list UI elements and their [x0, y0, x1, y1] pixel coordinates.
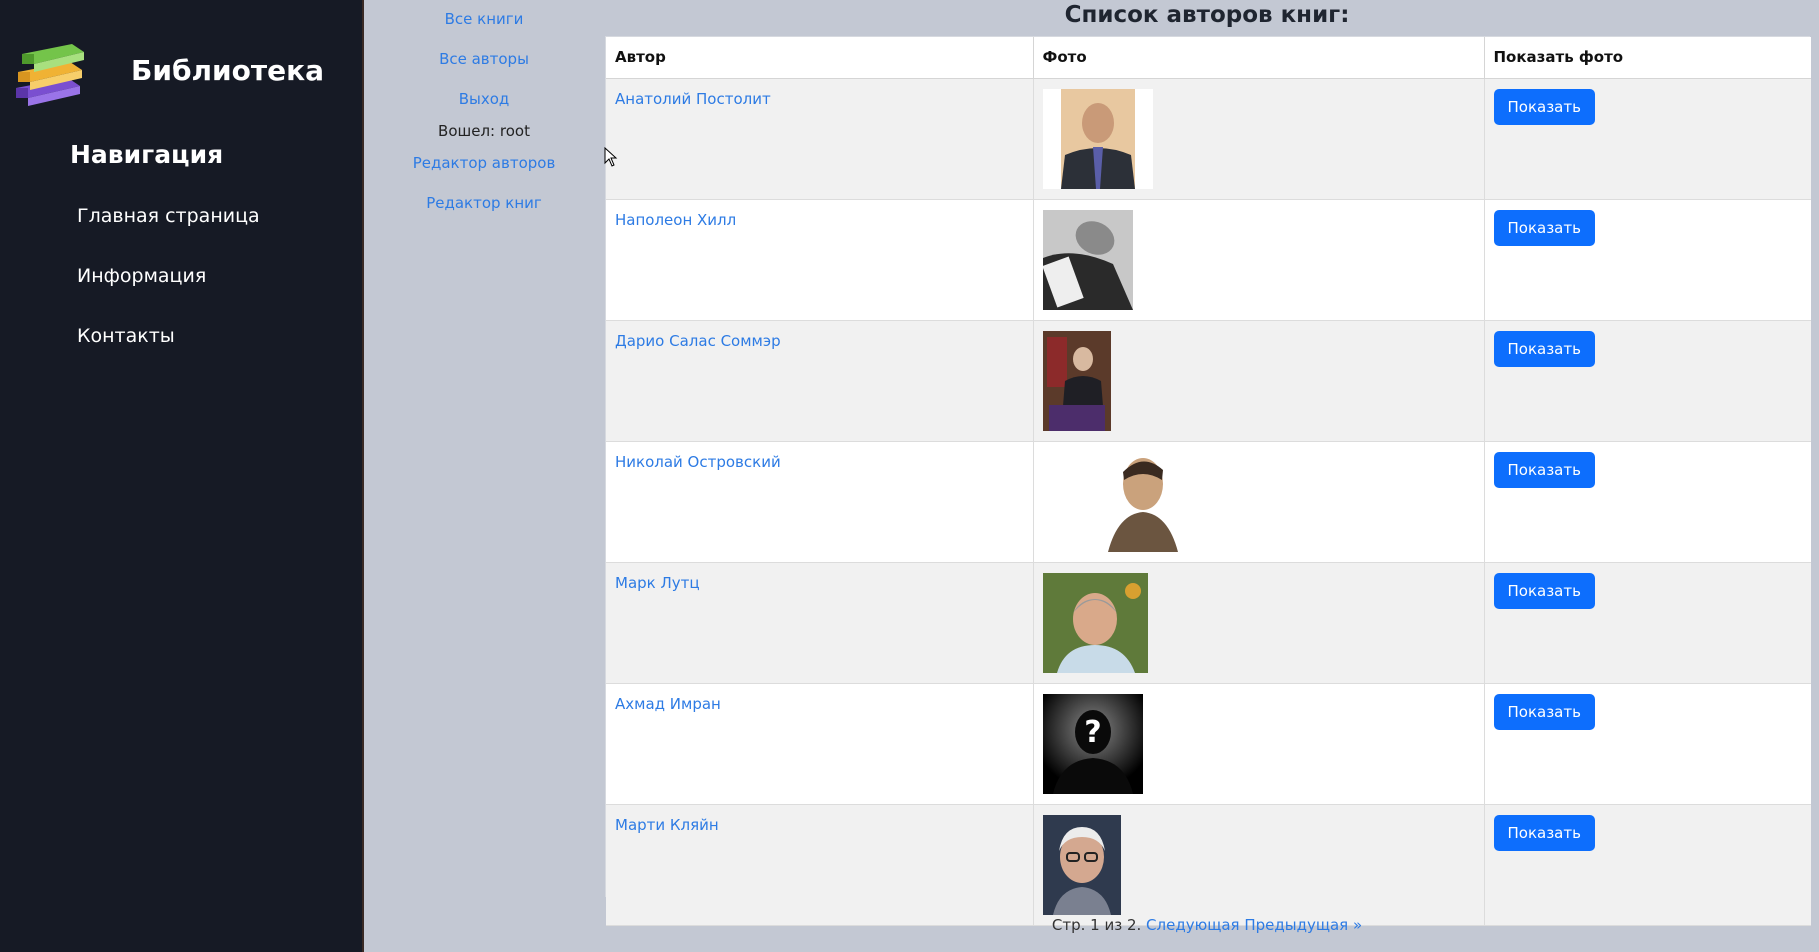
- show-photo-button[interactable]: Показать: [1493, 814, 1595, 851]
- author-link[interactable]: Николай Островский: [615, 453, 781, 471]
- nav-heading: Навигация: [70, 140, 224, 169]
- table-row: Ахмад Имран ? Показать: [606, 683, 1811, 805]
- sidebar: Библиотека Навигация Главная страница Ин…: [0, 0, 364, 952]
- author-photo-icon[interactable]: [1042, 209, 1153, 310]
- sidebar-item-contacts[interactable]: Контакты: [77, 325, 175, 347]
- logged-in-status: Вошел: root: [438, 122, 530, 140]
- prev-page-link[interactable]: Предыдущая »: [1244, 916, 1362, 934]
- mouse-cursor-icon: [604, 147, 618, 167]
- author-editor-link[interactable]: Редактор авторов: [364, 154, 604, 172]
- logout-link[interactable]: Выход: [364, 90, 604, 108]
- brand[interactable]: Библиотека: [8, 28, 324, 110]
- svg-text:?: ?: [1084, 715, 1101, 750]
- author-photo-icon[interactable]: [1043, 451, 1183, 552]
- show-photo-button[interactable]: Показать: [1493, 330, 1595, 367]
- author-photo-icon[interactable]: [1042, 814, 1153, 915]
- table-header-row: Автор Фото Показать фото: [606, 37, 1811, 79]
- book-editor-link[interactable]: Редактор книг: [364, 194, 604, 212]
- column-header-show-photo: Показать фото: [1484, 37, 1811, 79]
- table-row: Дарио Салас Соммэр Показать: [606, 320, 1811, 442]
- pagination-status: Стр. 1 из 2.: [1051, 916, 1142, 934]
- sidebar-item-info[interactable]: Информация: [77, 265, 206, 287]
- table-row: Марк Лутц Показать: [606, 562, 1811, 684]
- author-link[interactable]: Марк Лутц: [615, 574, 700, 592]
- all-authors-link[interactable]: Все авторы: [364, 50, 604, 68]
- show-photo-button[interactable]: Показать: [1493, 572, 1595, 609]
- brand-title: Библиотека: [131, 54, 324, 87]
- author-photo-icon[interactable]: [1042, 330, 1153, 431]
- column-header-photo: Фото: [1033, 37, 1485, 79]
- author-link[interactable]: Марти Кляйн: [615, 816, 719, 834]
- show-photo-button[interactable]: Показать: [1493, 209, 1595, 246]
- author-link[interactable]: Наполеон Хилл: [615, 211, 736, 229]
- column-header-author: Автор: [606, 37, 1034, 79]
- page-title: Список авторов книг:: [1064, 2, 1350, 28]
- authors-table: Автор Фото Показать фото Анатолий Постол…: [605, 36, 1811, 926]
- author-link[interactable]: Дарио Салас Соммэр: [615, 332, 781, 350]
- table-row: Наполеон Хилл Показать: [606, 199, 1811, 321]
- pagination: Стр. 1 из 2. Следующая Предыдущая »: [605, 916, 1809, 934]
- author-photo-icon[interactable]: [1042, 88, 1153, 189]
- show-photo-button[interactable]: Показать: [1493, 451, 1595, 488]
- table-row: Николай Островский Показать: [606, 441, 1811, 563]
- table-row: Анатолий Постолит Показать: [606, 78, 1811, 200]
- author-link[interactable]: Ахмад Имран: [615, 695, 721, 713]
- author-photo-icon[interactable]: [1042, 572, 1153, 673]
- show-photo-button[interactable]: Показать: [1493, 693, 1595, 730]
- table-row: Марти Кляйн Показать: [606, 804, 1811, 926]
- sidebar-item-home[interactable]: Главная страница: [77, 205, 260, 227]
- author-link[interactable]: Анатолий Постолит: [615, 90, 771, 108]
- show-photo-button[interactable]: Показать: [1493, 88, 1595, 125]
- author-photo-icon[interactable]: ?: [1042, 693, 1153, 794]
- books-logo-icon: [16, 44, 84, 106]
- next-page-link[interactable]: Следующая: [1146, 916, 1240, 934]
- all-books-link[interactable]: Все книги: [364, 10, 604, 28]
